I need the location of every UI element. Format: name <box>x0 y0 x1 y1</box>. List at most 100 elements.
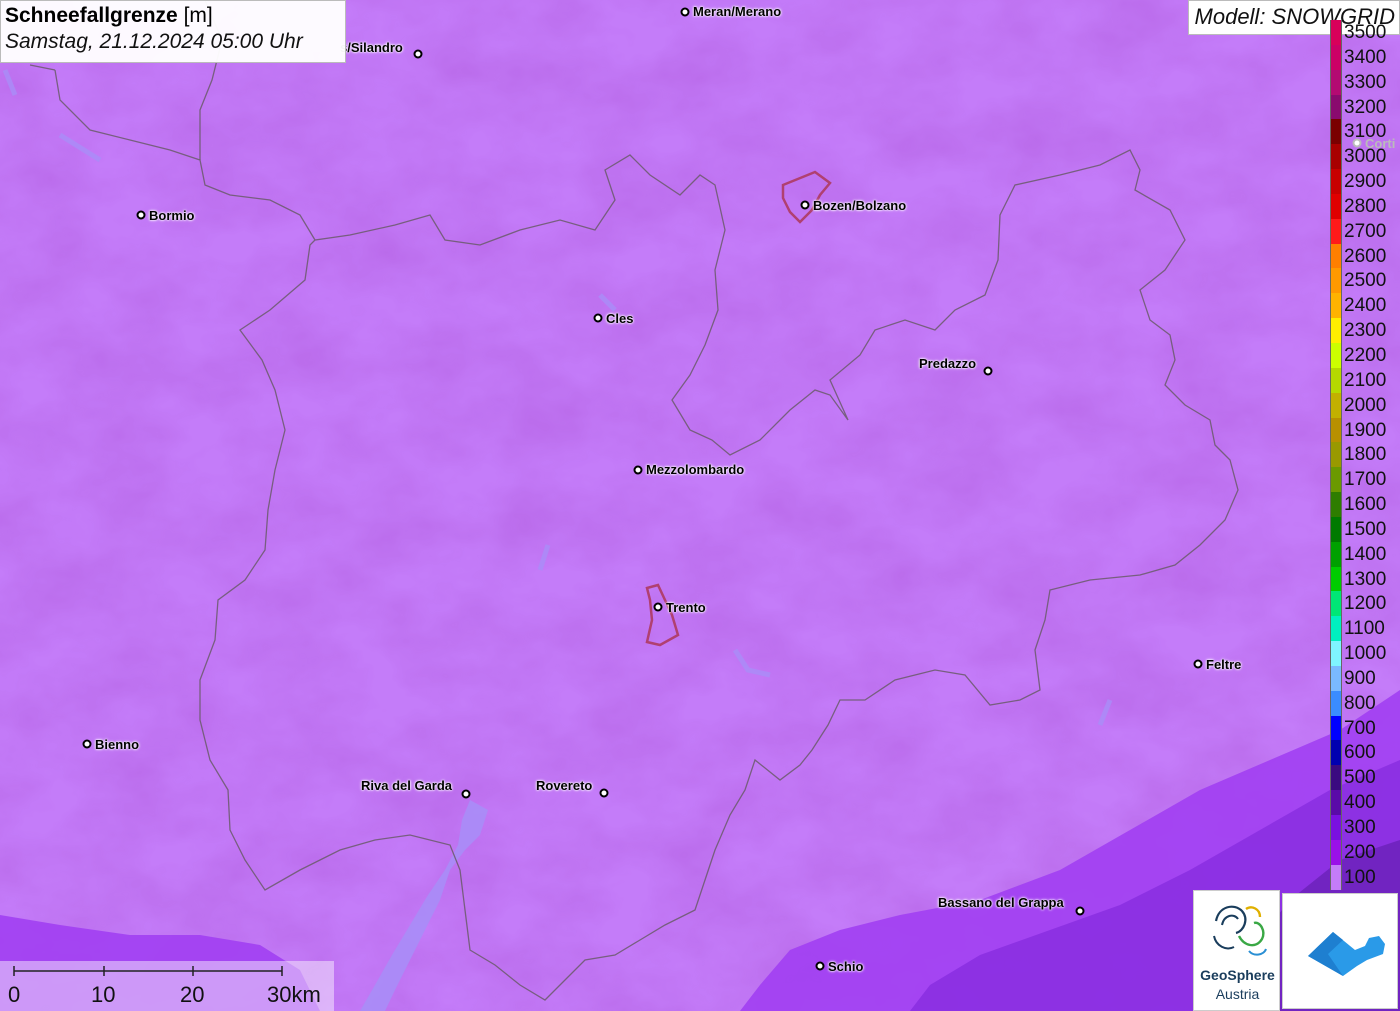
city-label: Cles <box>606 311 634 326</box>
title-panel: Schneefallgrenze [m] Samstag, 21.12.2024… <box>0 0 346 63</box>
legend-label: 1900 <box>1344 419 1387 441</box>
city-marker-icon <box>593 313 603 323</box>
legend-label: 300 <box>1344 817 1376 838</box>
forecast-datetime: Samstag, 21.12.2024 05:00 Uhr <box>5 30 303 53</box>
legend-swatch <box>1330 665 1342 691</box>
legend-swatch <box>1330 119 1342 145</box>
color-legend: 3500 3400 3300 3200 3100 3000 2900 2800 2700 2600… <box>1330 20 1400 890</box>
legend-swatch <box>1330 566 1342 592</box>
legend-row: 3100 <box>1330 119 1400 145</box>
city-label: Trento <box>666 600 706 615</box>
legend-row: 2100 <box>1330 367 1400 393</box>
legend-row: 1700 <box>1330 467 1400 493</box>
legend-swatch <box>1330 342 1342 368</box>
legend-label: 2600 <box>1344 245 1387 267</box>
legend-row: 2800 <box>1330 193 1400 219</box>
legend-label: 1300 <box>1344 568 1387 590</box>
city-marker-icon <box>136 210 146 220</box>
legend-label: 2300 <box>1344 320 1387 342</box>
legend-swatch <box>1330 815 1342 840</box>
city-label: Bormio <box>149 208 195 223</box>
legend-row: 1600 <box>1330 492 1400 517</box>
legend-swatch <box>1330 641 1342 666</box>
legend-swatch <box>1330 69 1342 95</box>
legend-row: 1100 <box>1330 616 1400 642</box>
legend-swatch <box>1330 243 1342 269</box>
city-label: Bozen/Bolzano <box>813 198 907 213</box>
scale-label: 20 <box>180 982 205 1007</box>
legend-row: 3400 <box>1330 44 1400 70</box>
legend-row: 3300 <box>1330 69 1400 95</box>
legend-label: 3200 <box>1344 96 1387 118</box>
geosphere-logo[interactable]: GeoSphere Austria <box>1193 890 1280 1011</box>
legend-row: 800 <box>1330 690 1400 716</box>
legend-label: 600 <box>1344 742 1376 764</box>
app-logo[interactable] <box>1282 893 1398 1009</box>
legend-row: 2000 <box>1330 392 1400 418</box>
legend-row: 1500 <box>1330 516 1400 542</box>
title-text: Schneefallgrenze <box>5 4 178 27</box>
legend-row: 300 <box>1330 815 1400 840</box>
legend-label: 2800 <box>1344 195 1387 217</box>
legend-label: 3000 <box>1344 146 1387 168</box>
legend-swatch <box>1330 839 1342 865</box>
city-marker-icon <box>633 465 643 475</box>
legend-label: 900 <box>1344 667 1376 689</box>
scale-label: 10 <box>91 982 116 1007</box>
legend-swatch <box>1330 864 1342 890</box>
snow-cloud-icon <box>1308 932 1385 976</box>
legend-row: 2600 <box>1330 243 1400 269</box>
legend-swatch <box>1330 492 1342 517</box>
legend-label: 1400 <box>1344 543 1387 565</box>
legend-label: 1200 <box>1344 593 1387 615</box>
legend-row: 600 <box>1330 740 1400 766</box>
legend-label: 3300 <box>1344 71 1387 93</box>
city-label: Meran/Merano <box>693 4 782 19</box>
legend-swatch <box>1330 690 1342 716</box>
legend-label: 1700 <box>1344 469 1387 491</box>
legend-swatch <box>1330 591 1342 617</box>
city-label: Feltre <box>1206 657 1242 672</box>
geosphere-swirl-icon <box>1213 905 1267 956</box>
legend-swatch <box>1330 715 1342 741</box>
legend-row: 100 <box>1330 864 1400 890</box>
legend-label: 700 <box>1344 717 1376 739</box>
legend-label: 2500 <box>1344 270 1387 292</box>
legend-label: 1800 <box>1344 444 1387 466</box>
legend-swatch <box>1330 616 1342 642</box>
legend-row: 1000 <box>1330 641 1400 666</box>
legend-swatch <box>1330 765 1342 791</box>
legend-label: 2200 <box>1344 344 1387 366</box>
legend-swatch <box>1330 417 1342 443</box>
legend-label: 100 <box>1344 866 1376 888</box>
city-label: Rovereto <box>536 778 593 793</box>
city-label: Riva del Garda <box>361 778 453 793</box>
city-marker-icon <box>599 788 609 798</box>
map-canvas[interactable] <box>0 0 1400 1011</box>
legend-label: 2400 <box>1344 295 1387 317</box>
legend-label: 3400 <box>1344 46 1387 68</box>
legend-swatch <box>1330 467 1342 493</box>
legend-swatch <box>1330 144 1342 170</box>
city-label: Schio <box>828 959 864 974</box>
legend-swatch <box>1330 94 1342 120</box>
legend-label: 3500 <box>1344 22 1387 43</box>
logo-text-line1: GeoSphere <box>1200 967 1275 983</box>
city-marker-icon <box>815 961 825 971</box>
legend-row: 700 <box>1330 715 1400 741</box>
legend-row: 2200 <box>1330 342 1400 368</box>
scale-bar: 0 10 20 30km <box>0 961 334 1011</box>
city-marker-icon <box>653 602 663 612</box>
legend-row: 2400 <box>1330 293 1400 319</box>
legend-row: 3500 <box>1330 20 1400 45</box>
city-marker-icon <box>983 366 993 376</box>
legend-swatch <box>1330 442 1342 468</box>
legend-row: 1400 <box>1330 541 1400 567</box>
legend-swatch <box>1330 392 1342 418</box>
city-label: Predazzo <box>919 356 977 371</box>
legend-row: 3200 <box>1330 94 1400 120</box>
legend-label: 1000 <box>1344 643 1387 665</box>
legend-row: 2700 <box>1330 218 1400 244</box>
legend-swatch <box>1330 318 1342 343</box>
city-marker-icon <box>680 7 690 17</box>
